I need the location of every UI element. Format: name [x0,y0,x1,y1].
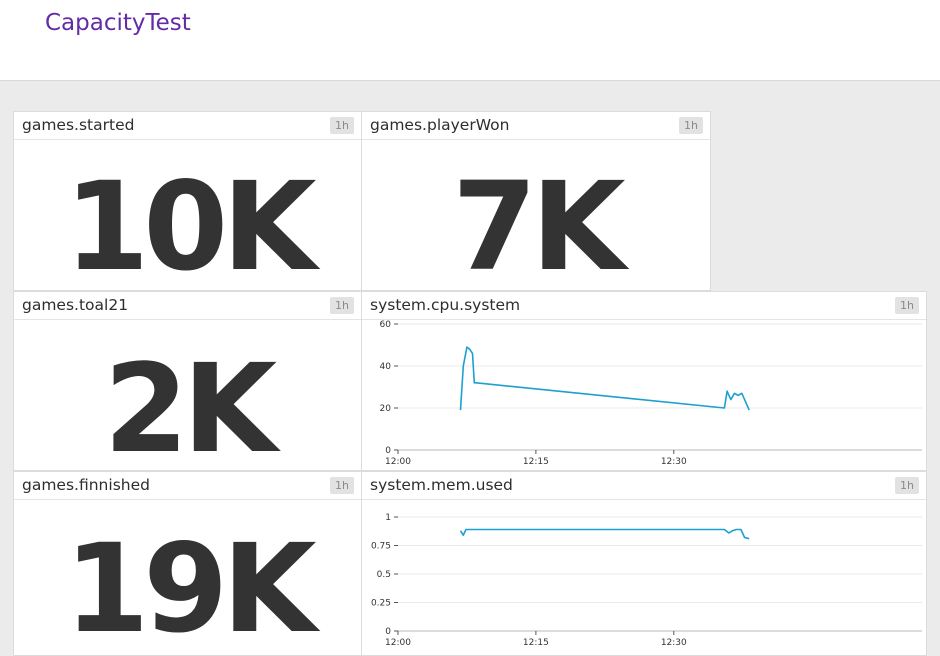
timeframe-badge: 1h [330,477,354,494]
timeframe-badge: 1h [679,117,703,134]
widget-header: games.finnished 1h [14,472,361,500]
widget-games-playerwon[interactable]: games.playerWon 1h 7K [361,111,711,291]
timeframe-badge: 1h [330,117,354,134]
y-tick-label: 0.5 [377,570,391,580]
x-tick-label: 12:00 [385,457,411,467]
y-tick-label: 0.25 [371,599,391,609]
y-tick-label: 1 [385,513,391,523]
widget-mem-used[interactable]: system.mem.used 1h 00.250.50.75111:4512:… [361,471,927,656]
timeframe-badge: 1h [895,297,919,314]
x-tick-label: 12:00 [385,638,411,648]
series-line [459,346,750,411]
cpu-timeseries-chart[interactable]: 020406011:4512:0012:1512:30 [362,320,927,471]
x-tick-label: 12:30 [661,638,687,648]
widget-games-toal21[interactable]: games.toal21 1h 2K [13,291,361,471]
series-line [459,528,750,540]
mem-timeseries-chart[interactable]: 00.250.50.75111:4512:0012:1512:30 [362,500,927,656]
dashboard-title: CapacityTest [45,10,191,36]
y-tick-label: 20 [380,404,392,414]
widget-title: games.toal21 [22,296,129,314]
query-value: 2K [103,338,277,471]
widget-games-finnished[interactable]: games.finnished 1h 19K [13,471,361,656]
widget-title: system.mem.used [370,476,513,494]
widget-title: games.playerWon [370,116,510,134]
timeframe-badge: 1h [330,297,354,314]
widget-cpu-system[interactable]: system.cpu.system 1h 020406011:4512:0012… [361,291,927,471]
y-tick-label: 0 [385,446,391,456]
widget-header: games.started 1h [14,112,361,140]
widget-title: system.cpu.system [370,296,521,314]
query-value: 10K [64,156,316,291]
widget-header: games.playerWon 1h [362,112,710,140]
y-tick-label: 0.75 [371,542,391,552]
dashboard-header: CapacityTest [0,0,940,81]
y-tick-label: 40 [380,362,392,372]
widget-title: games.started [22,116,135,134]
query-value: 19K [64,518,316,656]
x-tick-label: 12:15 [523,638,549,648]
query-value: 7K [452,156,625,291]
y-tick-label: 60 [380,320,392,330]
widget-title: games.finnished [22,476,150,494]
widget-header: system.mem.used 1h [362,472,926,500]
widget-header: games.toal21 1h [14,292,361,320]
y-tick-label: 0 [385,627,391,637]
timeframe-badge: 1h [895,477,919,494]
widget-games-started[interactable]: games.started 1h 10K [13,111,361,291]
widget-header: system.cpu.system 1h [362,292,926,320]
x-tick-label: 12:30 [661,457,687,467]
x-tick-label: 12:15 [523,457,549,467]
